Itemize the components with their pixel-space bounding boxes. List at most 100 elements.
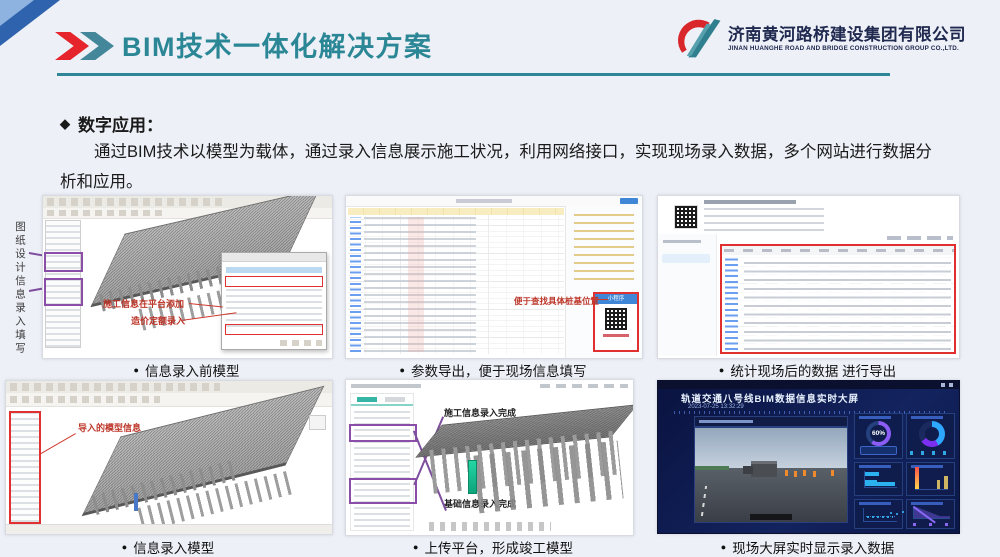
qr-card: 小程序 xyxy=(593,292,639,352)
scatter-points-row xyxy=(867,516,893,518)
qr-code xyxy=(605,308,627,330)
page-title: BIM技术一体化解决方案 xyxy=(122,25,433,64)
company-name-cn: 济南黄河路桥建设集团有限公司 xyxy=(728,26,966,45)
ribbon-icons xyxy=(10,396,160,403)
table-action-buttons xyxy=(887,236,953,240)
annotation-arrow xyxy=(41,433,76,454)
dashboard-datetime: 2023-07-25 13:32:29 xyxy=(688,404,744,410)
viewer-topbar-items xyxy=(540,384,628,388)
bullet-icon: ● xyxy=(400,366,405,375)
viewer-toolbar-icons xyxy=(429,522,551,531)
viewer-title-line xyxy=(351,384,421,388)
screenshot-platform-viewer: 施工信息录入完成 基础信息录入完成 xyxy=(345,379,634,536)
hbar-plot-area xyxy=(864,471,897,488)
detail-qr-code xyxy=(674,205,698,229)
dashboard-title: 轨道交通八号线BIM数据信息实时大屏 xyxy=(678,391,862,405)
properties-sidebar-red-outline xyxy=(9,411,41,524)
screenshot-web-table xyxy=(657,195,960,359)
screenshot-spreadsheet: 小程序 便于查找具体桩基位置 xyxy=(345,195,643,359)
card-title-line xyxy=(859,416,891,419)
chart-card-hbar xyxy=(854,462,903,496)
vbar-gold xyxy=(937,480,941,489)
screenshot-dashboard: 轨道交通八号线BIM数据信息实时大屏 2023-07-25 13:32:29 6… xyxy=(657,380,960,534)
title-underline xyxy=(57,73,890,76)
vbar-plot-area xyxy=(915,470,948,490)
caption-4: ● 信息录入模型 xyxy=(5,537,331,557)
corner-decoration-light xyxy=(0,0,34,26)
sheet-id-column xyxy=(350,217,361,352)
bullet-icon: ● xyxy=(134,366,139,375)
caption-6: ● 现场大屏实时显示录入数据 xyxy=(657,537,958,557)
area-legend xyxy=(913,523,948,526)
area-plot-area xyxy=(913,506,950,519)
tree-nav xyxy=(658,234,717,356)
table-id-column xyxy=(725,258,738,350)
chart-card-vbar xyxy=(906,462,955,496)
slide: { "header": { "title": "BIM技术一体化解决方案", "… xyxy=(0,0,1000,557)
section-body-text: 通过BIM技术以模型为载体，通过录入信息展示施工状况，利用网络接口，实现现场录入… xyxy=(60,137,944,197)
bullet-icon: ● xyxy=(719,366,724,375)
caption-text: 统计现场后的数据 进行导出 xyxy=(730,360,896,380)
donut-legend xyxy=(910,451,951,455)
active-tab xyxy=(357,397,377,402)
card-title-line xyxy=(911,502,943,505)
viewer-sidebar xyxy=(350,393,414,531)
donut-chart xyxy=(919,421,945,447)
tree-nav-selected xyxy=(662,254,710,263)
dialog-titlebar xyxy=(222,253,326,262)
worker-figure xyxy=(785,470,788,476)
company-name-en: JINAN HUANGHE ROAD AND BRIDGE CONSTRUCTI… xyxy=(728,45,966,52)
arrowhead-icon xyxy=(590,296,595,302)
share-button xyxy=(620,198,638,204)
highlight-box-purple xyxy=(349,424,417,442)
ring-value: 60% xyxy=(870,425,887,442)
caption-1: ●信息录入前模型 xyxy=(42,360,331,380)
selected-column-blue xyxy=(134,493,138,511)
worker-figure xyxy=(803,470,806,476)
caption-text: 参数导出，便于现场信息填写 xyxy=(411,360,587,380)
chart-card-area xyxy=(906,499,955,529)
annotation-text: 施工信息录入完成 xyxy=(444,406,516,419)
vbar-red xyxy=(915,467,919,489)
screenshot-revit-entered: 导入的模型信息 xyxy=(5,380,333,535)
data-table-red-outline xyxy=(720,244,956,354)
bullet-icon: ● xyxy=(122,543,127,552)
ribbon-icons xyxy=(47,210,167,216)
annotation-text: 造价定额录入 xyxy=(131,314,185,327)
tree-nav-line xyxy=(663,240,701,243)
table-data-cells xyxy=(744,258,951,350)
sheet-status-column xyxy=(408,217,424,352)
record-meta-lines xyxy=(704,205,824,231)
live-video-feed xyxy=(694,427,848,523)
record-title-line xyxy=(704,200,796,204)
hbar xyxy=(865,482,895,486)
caption-text: 上传平台，形成竣工模型 xyxy=(424,537,573,557)
paver-machine xyxy=(751,461,777,477)
dialog-rows xyxy=(226,289,322,327)
caption-text: 现场大屏实时显示录入数据 xyxy=(732,537,894,557)
logo-text: 济南黄河路桥建设集团有限公司 JINAN HUANGHE ROAD AND BR… xyxy=(728,26,966,52)
video-caption-bar xyxy=(750,514,792,520)
dashboard-charts: 60% xyxy=(854,413,955,529)
bullet-icon: ● xyxy=(721,543,726,552)
view-cube xyxy=(309,415,326,430)
window-button xyxy=(941,383,945,387)
caption-2: ● 参数导出，便于现场信息填写 xyxy=(345,360,641,380)
hbar xyxy=(865,472,879,476)
annotation-text: 导入的模型信息 xyxy=(78,421,141,434)
worker-figure xyxy=(794,471,797,477)
caption-text: 信息录入模型 xyxy=(133,537,214,557)
section-heading-label: 数字应用： xyxy=(78,111,163,136)
bullet-icon: ● xyxy=(413,543,418,552)
paver-hopper xyxy=(743,466,753,474)
sheet-title-line xyxy=(456,199,512,203)
video-guardrail xyxy=(695,466,729,470)
logo-swoosh-icon xyxy=(676,17,722,61)
company-logo: 济南黄河路桥建设集团有限公司 JINAN HUANGHE ROAD AND BR… xyxy=(676,17,976,61)
status-bar xyxy=(6,524,332,534)
tab-underline xyxy=(351,404,413,406)
chart-card-scatter xyxy=(854,499,903,529)
card-title-line xyxy=(859,465,891,468)
highlight-box-purple xyxy=(349,478,417,504)
highlight-box-purple xyxy=(44,278,83,306)
